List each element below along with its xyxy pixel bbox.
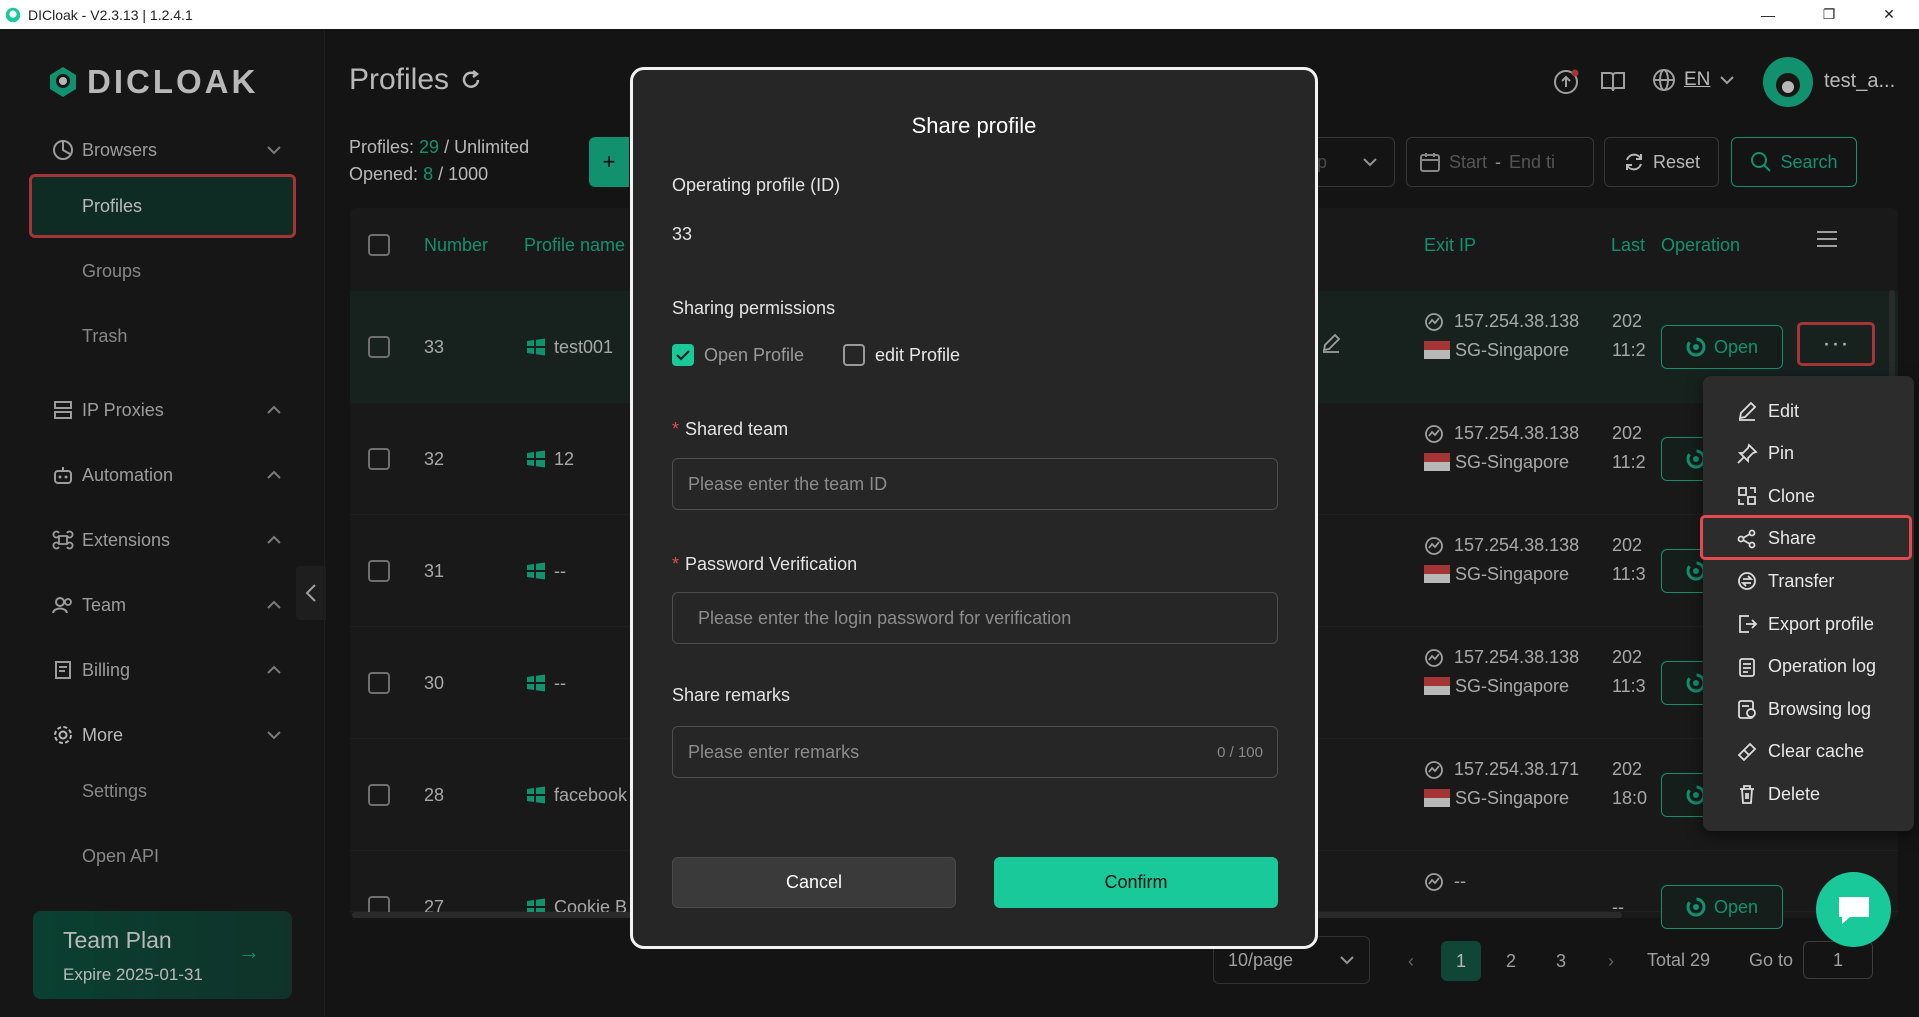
- password-verification-input[interactable]: Please enter the login password for veri…: [672, 592, 1278, 644]
- share-remarks-input[interactable]: Please enter remarks 0 / 100: [672, 726, 1278, 778]
- menu-item-label: Clear cache: [1768, 741, 1865, 762]
- operating-profile-label: Operating profile (ID): [672, 175, 841, 195]
- menu-item-label: Pin: [1768, 443, 1795, 464]
- clipboard-icon: [1739, 657, 1755, 677]
- perm-open-profile-checkbox[interactable]: Open Profile: [672, 344, 804, 366]
- menu-item-export[interactable]: Export profile: [1736, 606, 1874, 642]
- menu-item-operation-log[interactable]: Operation log: [1736, 649, 1876, 685]
- menu-item-label: Export profile: [1768, 613, 1875, 634]
- app-logo-icon: [5, 7, 21, 22]
- remarks-char-counter: 0 / 100: [1217, 743, 1263, 761]
- title-bar: DICloak - V2.3.13 | 1.2.4.1: [0, 0, 1919, 29]
- menu-item-pin[interactable]: Pin: [1736, 436, 1794, 472]
- edit-pencil-icon: [1738, 401, 1757, 421]
- menu-item-label: Edit: [1768, 400, 1800, 421]
- share-remarks-label: Share remarks: [672, 685, 791, 705]
- operating-profile-value: 33: [672, 224, 693, 244]
- menu-item-clone[interactable]: Clone: [1736, 478, 1815, 514]
- minimize-button[interactable]: —: [1745, 0, 1791, 29]
- menu-item-label: Browsing log: [1768, 698, 1872, 719]
- trash-icon: [1740, 785, 1754, 805]
- clone-icon: [1738, 487, 1756, 506]
- menu-item-delete[interactable]: Delete: [1736, 776, 1820, 812]
- shared-team-input[interactable]: Please enter the team ID: [672, 458, 1278, 510]
- confirm-button[interactable]: Confirm: [994, 857, 1278, 908]
- password-verification-label-text: Password Verification: [685, 554, 858, 574]
- perm-open-profile-label: Open Profile: [704, 344, 805, 365]
- export-icon: [1739, 615, 1758, 633]
- shared-team-label: * Shared team: [672, 419, 788, 440]
- perm-edit-profile-label: edit Profile: [875, 344, 961, 365]
- perm-edit-profile-checkbox[interactable]: edit Profile: [843, 344, 960, 366]
- menu-item-label: Transfer: [1768, 570, 1835, 591]
- browsing-log-icon: [1738, 700, 1756, 720]
- window-title: DICloak - V2.3.13 | 1.2.4.1: [28, 6, 193, 23]
- menu-item-browsing-log[interactable]: Browsing log: [1736, 691, 1871, 727]
- share-profile-dialog: Share profile Operating profile (ID) 33 …: [630, 67, 1318, 949]
- sharing-permissions-label: Sharing permissions: [672, 298, 836, 318]
- menu-item-label: Clone: [1768, 485, 1816, 506]
- share-remarks-placeholder: Please enter remarks: [688, 741, 860, 762]
- cancel-button[interactable]: Cancel: [672, 857, 956, 908]
- menu-item-label: Delete: [1768, 783, 1821, 804]
- checkbox-empty-icon: [843, 344, 865, 366]
- chat-support-button[interactable]: [1816, 872, 1891, 947]
- menu-item-clear-cache[interactable]: Clear cache: [1736, 734, 1864, 770]
- required-mark: *: [672, 419, 680, 439]
- password-verification-label: * Password Verification: [672, 554, 857, 575]
- transfer-icon: [1738, 572, 1756, 591]
- checkbox-checked-icon: [672, 344, 694, 366]
- pin-icon: [1737, 442, 1758, 464]
- dialog-title: Share profile: [911, 113, 1037, 138]
- close-window-button[interactable]: ✕: [1866, 0, 1912, 29]
- menu-item-label: Operation log: [1768, 656, 1877, 677]
- broom-icon: [1737, 742, 1757, 762]
- share-menu-highlight: [1700, 515, 1912, 560]
- required-mark: *: [672, 554, 680, 574]
- menu-item-transfer[interactable]: Transfer: [1736, 563, 1834, 599]
- chat-icon: [1838, 896, 1869, 924]
- maximize-button[interactable]: ❐: [1806, 0, 1852, 29]
- more-actions-menu: Edit Pin Clone Share Transfer Export profile O…: [1703, 376, 1914, 831]
- shared-team-label-text: Shared team: [685, 419, 789, 439]
- menu-item-edit[interactable]: Edit: [1736, 393, 1799, 429]
